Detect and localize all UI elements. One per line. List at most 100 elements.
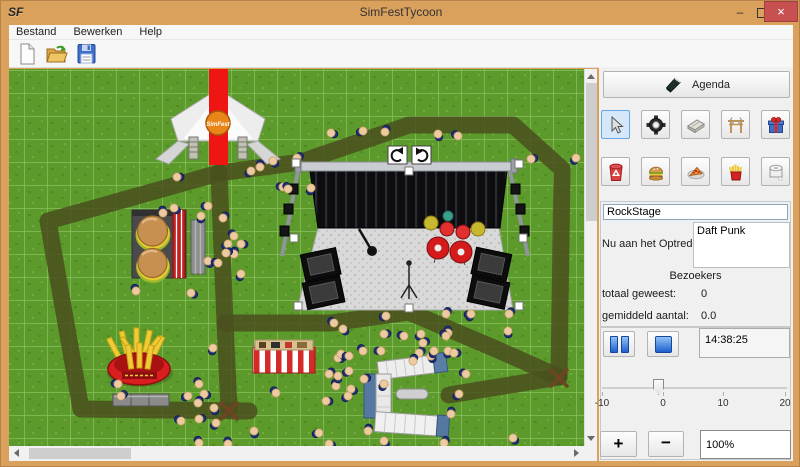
visitor[interactable] — [250, 427, 259, 438]
hamburger-stand[interactable] — [132, 210, 186, 283]
title-bar[interactable]: SF SimFestTycoon – × — [1, 1, 800, 25]
visitor[interactable] — [256, 160, 264, 171]
window-title: SimFestTycoon — [1, 5, 800, 19]
toolbar — [9, 40, 793, 68]
scroll-left-icon[interactable] — [14, 449, 19, 457]
tool-mattress-button[interactable] — [681, 110, 710, 139]
visitor[interactable] — [208, 344, 217, 355]
agenda-notebook-icon — [663, 75, 683, 95]
visitor[interactable] — [527, 154, 538, 163]
picnic-bench[interactable] — [191, 220, 205, 274]
tool-gift-button[interactable] — [761, 110, 790, 139]
speed-slider-track[interactable] — [602, 387, 787, 389]
festival-map[interactable]: SimFest — [9, 69, 584, 446]
cursor-icon — [605, 114, 627, 136]
scroll-down-icon[interactable] — [587, 436, 595, 441]
visitor[interactable] — [447, 407, 455, 418]
selection-handle[interactable] — [405, 167, 413, 175]
rotate-right-button[interactable] — [412, 146, 431, 164]
visitor[interactable] — [334, 372, 342, 383]
menu-bewerken[interactable]: Bewerken — [66, 25, 129, 38]
visitor[interactable] — [464, 310, 475, 318]
zoom-out-button[interactable]: − — [648, 431, 684, 457]
fries-icon — [725, 161, 747, 183]
scroll-right-icon[interactable] — [574, 449, 579, 457]
visitor[interactable] — [364, 424, 373, 435]
new-file-icon — [14, 41, 40, 67]
toilet-paper-icon — [765, 161, 787, 183]
selection-handle[interactable] — [294, 302, 302, 310]
horizontal-scroll-thumb[interactable] — [29, 448, 131, 459]
selection-handle[interactable] — [515, 302, 523, 310]
stage-name-input[interactable] — [603, 204, 788, 220]
visitor[interactable] — [224, 437, 232, 446]
visitor[interactable] — [197, 212, 205, 223]
now-performing-value: Daft Punk — [697, 225, 745, 237]
close-button[interactable]: × — [764, 1, 798, 22]
scroll-up-icon[interactable] — [587, 74, 595, 79]
tool-spotlight-button[interactable] — [641, 110, 670, 139]
tent-logo: SimFest — [206, 111, 231, 135]
minimize-button[interactable]: – — [729, 3, 751, 24]
spotlight-icon — [645, 114, 667, 136]
stop-icon — [655, 336, 672, 353]
tool-fries-button[interactable] — [721, 157, 750, 186]
total-visitors-label: totaal geweest: — [602, 288, 676, 300]
drinks-stand[interactable] — [253, 340, 315, 373]
map-canvas[interactable]: SimFest — [9, 69, 584, 446]
rotate-left-button[interactable] — [388, 146, 407, 164]
tool-toilet-paper-button[interactable] — [761, 157, 790, 186]
zoom-level-display: 100% — [700, 430, 791, 459]
scrollbar-corner — [584, 446, 597, 461]
svg-text:SimFest: SimFest — [206, 122, 230, 128]
main-stage[interactable] — [280, 159, 529, 310]
visitor[interactable] — [380, 330, 391, 338]
menu-bestand[interactable]: Bestand — [9, 25, 63, 38]
visitor[interactable] — [159, 206, 167, 217]
visitor[interactable] — [504, 327, 512, 338]
menu-help[interactable]: Help — [132, 25, 169, 38]
stage-curtain — [310, 171, 507, 228]
save-icon — [74, 41, 100, 67]
visitor[interactable] — [201, 202, 212, 210]
zoom-in-button[interactable]: + — [600, 431, 637, 457]
slider-label-10: 10 — [717, 398, 728, 409]
tool-row-2 — [601, 157, 790, 186]
visitor[interactable] — [374, 347, 385, 355]
save-button[interactable] — [74, 41, 100, 67]
hamburger-icon — [645, 161, 667, 183]
visitor[interactable] — [237, 240, 248, 248]
tool-pizza-button[interactable] — [681, 157, 710, 186]
selection-handle[interactable] — [292, 159, 300, 167]
new-file-button[interactable] — [14, 41, 40, 67]
selection-handle[interactable] — [519, 234, 527, 242]
visitor[interactable] — [195, 414, 206, 423]
visitor[interactable] — [173, 173, 184, 181]
visitor[interactable] — [342, 352, 353, 360]
visitor[interactable] — [450, 349, 461, 357]
total-visitors-value: 0 — [701, 288, 707, 300]
selection-handle[interactable] — [405, 304, 413, 312]
open-button[interactable] — [44, 41, 70, 67]
agenda-button[interactable]: Agenda — [603, 71, 790, 98]
pause-button[interactable] — [603, 331, 635, 357]
selection-handle[interactable] — [515, 160, 523, 168]
now-performing-label: Nu aan het Optreden: — [602, 238, 708, 250]
agenda-label: Agenda — [692, 79, 730, 91]
trashcan-icon — [605, 161, 627, 183]
map-horizontal-scrollbar[interactable] — [9, 446, 584, 461]
tool-hamburger-button[interactable] — [641, 157, 670, 186]
pause-icon — [610, 336, 618, 353]
map-vertical-scrollbar[interactable] — [584, 69, 597, 446]
tool-trashcan-button[interactable] — [601, 157, 630, 186]
visitor[interactable] — [306, 184, 315, 195]
stop-button[interactable] — [647, 331, 679, 357]
tool-cursor-button[interactable] — [601, 110, 630, 139]
visitor[interactable] — [111, 380, 122, 388]
vertical-scroll-thumb[interactable] — [586, 83, 597, 221]
tool-stage-frame-button[interactable] — [721, 110, 750, 139]
selection-handle[interactable] — [290, 234, 298, 242]
average-visitors-label: gemiddeld aantal: — [602, 310, 689, 322]
gift-icon — [765, 114, 787, 136]
visitor[interactable] — [322, 397, 333, 405]
